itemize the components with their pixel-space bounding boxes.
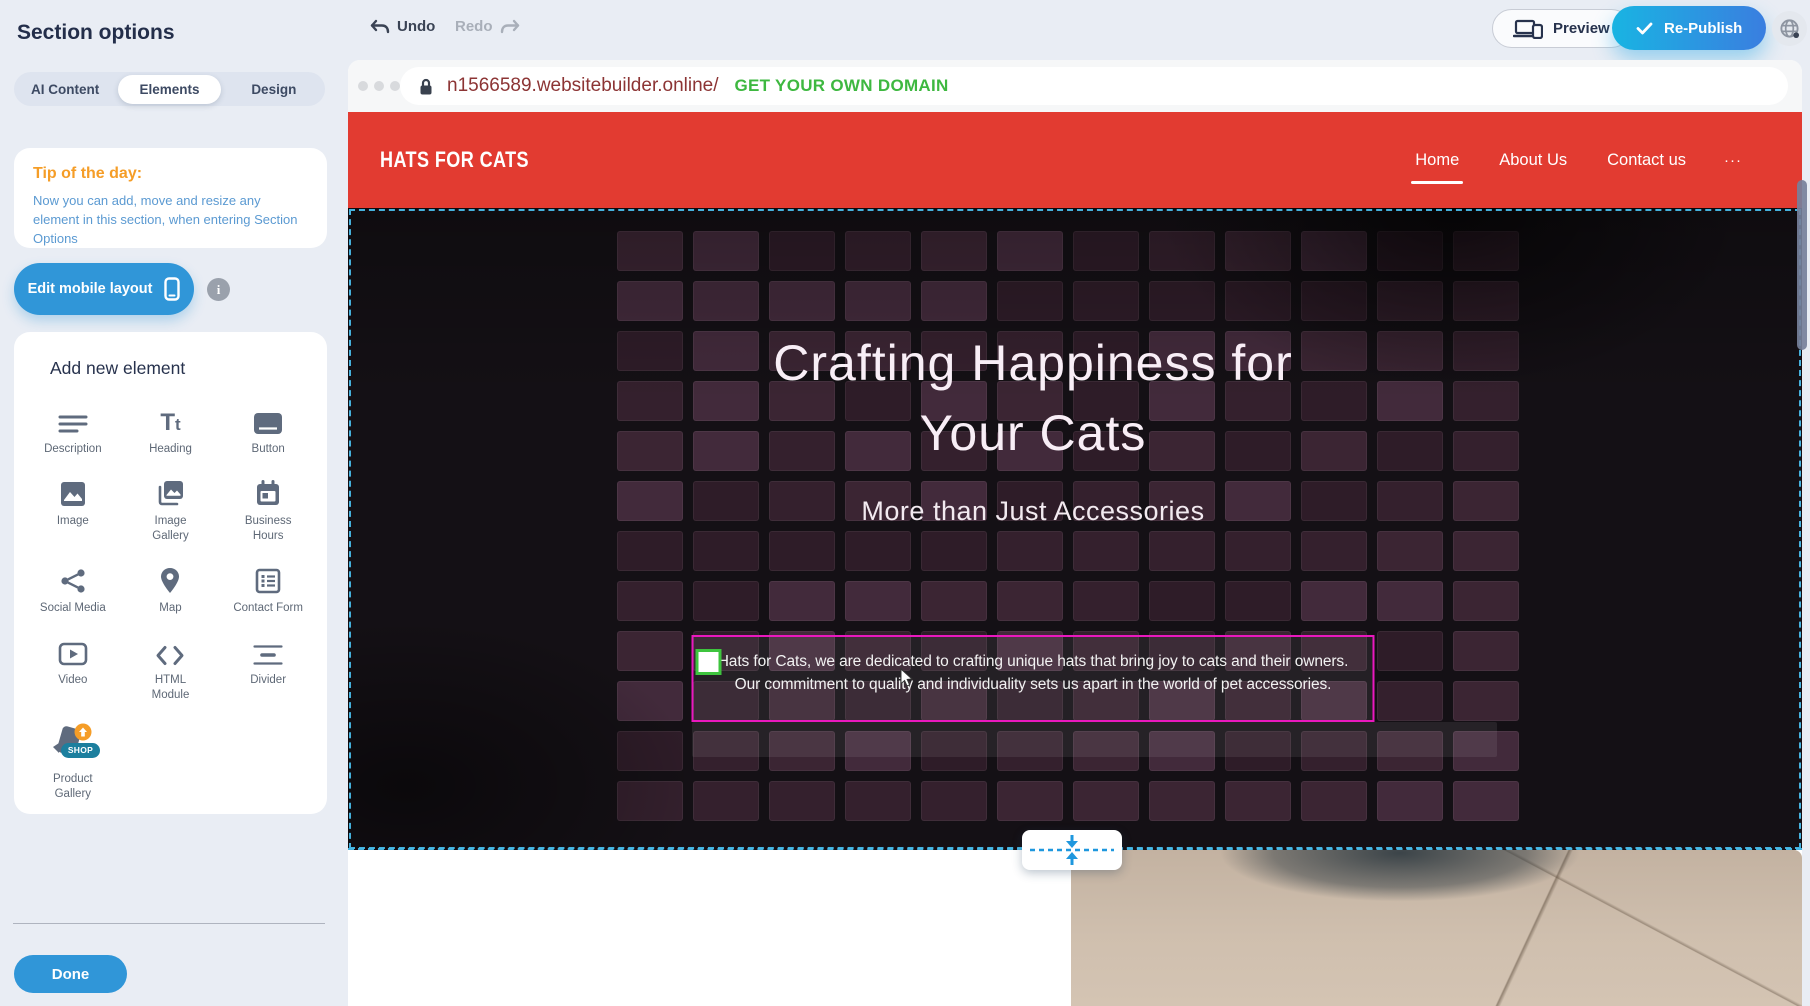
section-resize-handle[interactable] xyxy=(1022,830,1122,870)
redo-button[interactable]: Redo xyxy=(455,18,520,35)
share-icon xyxy=(24,560,122,594)
element-item-html-module[interactable]: HTML Module xyxy=(122,632,220,703)
tip-body: Now you can add, move and resize any ele… xyxy=(33,192,308,249)
element-item-heading[interactable]: Tt Heading xyxy=(122,401,220,457)
site-logo[interactable]: HATS FOR CATS xyxy=(380,147,529,173)
divider-lines-icon xyxy=(219,632,317,666)
resize-arrows-icon xyxy=(1026,831,1118,869)
phone-icon xyxy=(164,277,180,301)
map-pin-icon xyxy=(122,560,220,594)
element-item-contact-form[interactable]: Contact Form xyxy=(219,560,317,616)
text-element-hover-area xyxy=(692,722,1497,757)
site-nav: Home About Us Contact us ··· xyxy=(1413,112,1742,208)
section-options-tabs: AI Content Elements Design xyxy=(14,72,325,106)
paving-photo xyxy=(1071,850,1802,1006)
hero-subheading[interactable]: More than Just Accessories xyxy=(348,496,1718,527)
element-item-map[interactable]: Map xyxy=(122,560,220,616)
redo-icon xyxy=(500,19,520,34)
image-icon xyxy=(24,473,122,507)
hero-heading[interactable]: Crafting Happiness for Your Cats xyxy=(348,328,1718,468)
element-item-button[interactable]: Button xyxy=(219,401,317,457)
tab-design[interactable]: Design xyxy=(223,74,325,105)
element-item-divider[interactable]: Divider xyxy=(219,632,317,703)
image-gallery-icon xyxy=(122,473,220,507)
element-item-description[interactable]: Description xyxy=(24,401,122,457)
language-globe-button[interactable] xyxy=(1772,11,1807,46)
page-title: Section options xyxy=(17,21,175,45)
element-item-business-hours[interactable]: Business Hours xyxy=(219,473,317,544)
form-icon xyxy=(219,560,317,594)
republish-button[interactable]: Re-Publish xyxy=(1612,6,1766,50)
tip-of-the-day-card: Tip of the day: Now you can add, move an… xyxy=(14,148,327,248)
hero-paragraph: Hats for Cats, we are dedicated to craft… xyxy=(708,650,1359,696)
nav-link-about[interactable]: About Us xyxy=(1497,145,1569,176)
element-item-image[interactable]: Image xyxy=(24,473,122,544)
nav-more-ellipsis[interactable]: ··· xyxy=(1724,152,1742,169)
preview-label: Preview xyxy=(1553,20,1610,37)
site-url: n1566589.websitebuilder.online/ xyxy=(447,75,719,97)
globe-icon xyxy=(1779,18,1800,39)
code-brackets-icon xyxy=(122,632,220,666)
calendar-icon xyxy=(219,473,317,507)
nav-link-contact[interactable]: Contact us xyxy=(1605,145,1688,176)
description-lines-icon xyxy=(24,401,122,435)
browser-dots-icon xyxy=(358,81,400,91)
drag-handle[interactable] xyxy=(696,649,722,675)
product-gallery-icon: SHOP xyxy=(24,719,122,765)
tip-title: Tip of the day: xyxy=(33,165,308,183)
add-new-element-panel: Add new element Description Tt Heading B… xyxy=(14,332,327,814)
shop-badge: SHOP xyxy=(61,743,100,758)
undo-label: Undo xyxy=(397,18,435,35)
sidebar-divider xyxy=(13,923,325,924)
preview-button[interactable]: Preview xyxy=(1492,9,1631,48)
devices-icon xyxy=(1513,19,1543,39)
element-item-social-media[interactable]: Social Media xyxy=(24,560,122,616)
undo-button[interactable]: Undo xyxy=(370,18,435,35)
add-new-element-title: Add new element xyxy=(14,358,327,379)
hero-content: Crafting Happiness for Your Cats More th… xyxy=(348,208,1718,850)
done-button[interactable]: Done xyxy=(14,955,127,993)
element-item-image-gallery[interactable]: Image Gallery xyxy=(122,473,220,544)
nav-link-home[interactable]: Home xyxy=(1413,145,1461,176)
lock-icon xyxy=(418,77,434,96)
element-item-product-gallery[interactable]: SHOP Product Gallery xyxy=(24,719,122,802)
selected-text-block[interactable]: Hats for Cats, we are dedicated to craft… xyxy=(692,635,1375,722)
edit-mobile-layout-button[interactable]: Edit mobile layout xyxy=(14,263,194,315)
next-section xyxy=(348,850,1802,1006)
heading-Tt-icon: Tt xyxy=(122,401,220,435)
get-domain-link[interactable]: GET YOUR OWN DOMAIN xyxy=(735,76,949,96)
video-play-icon xyxy=(24,632,122,666)
edit-mobile-label: Edit mobile layout xyxy=(28,281,153,297)
element-grid: Description Tt Heading Button Image xyxy=(14,401,327,802)
site-header: HATS FOR CATS Home About Us Contact us ·… xyxy=(348,112,1802,208)
undo-icon xyxy=(370,19,390,34)
redo-label: Redo xyxy=(455,18,493,35)
button-icon xyxy=(219,401,317,435)
tab-ai-content[interactable]: AI Content xyxy=(14,74,116,105)
canvas-scrollbar-thumb[interactable] xyxy=(1797,180,1807,350)
url-bar[interactable]: n1566589.websitebuilder.online/ GET YOUR… xyxy=(400,67,1788,105)
site-preview-canvas: n1566589.websitebuilder.online/ GET YOUR… xyxy=(348,60,1802,1006)
tab-elements[interactable]: Elements xyxy=(118,75,220,104)
republish-label: Re-Publish xyxy=(1664,20,1742,37)
check-icon xyxy=(1636,22,1653,35)
info-icon[interactable]: i xyxy=(207,278,230,301)
element-item-video[interactable]: Video xyxy=(24,632,122,703)
browser-chrome: n1566589.websitebuilder.online/ GET YOUR… xyxy=(348,60,1802,112)
hero-section-selected[interactable]: Crafting Happiness for Your Cats More th… xyxy=(348,208,1802,850)
website-builder-app: Section options Undo Redo Preview Re-Pub… xyxy=(0,0,1810,1006)
